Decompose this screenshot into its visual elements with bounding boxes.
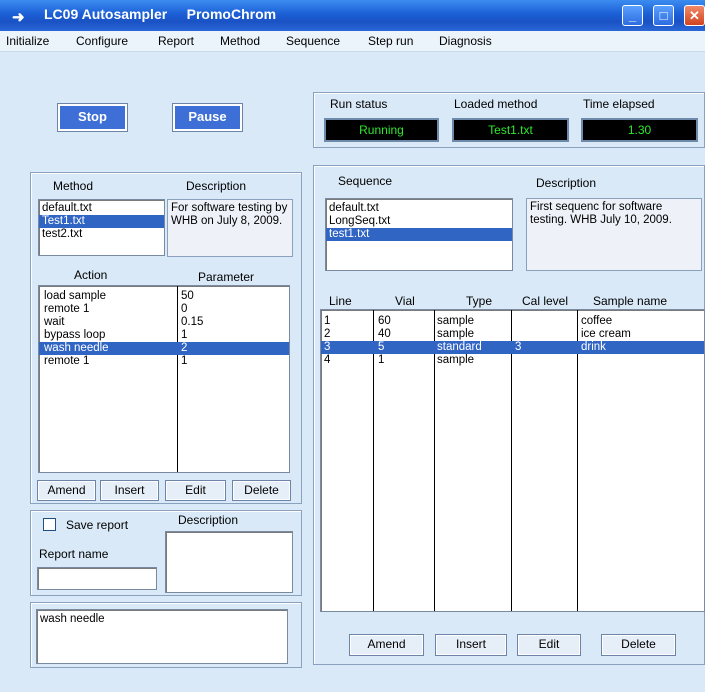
- method-header: Method: [53, 179, 94, 193]
- action-name: remote 1: [44, 303, 90, 315]
- parameter-header: Parameter: [198, 270, 255, 284]
- method-edit-button[interactable]: Edit: [165, 480, 226, 501]
- seq-line: 4: [324, 354, 331, 366]
- title-bar: ➜ LC09 Autosampler PromoChrom _ □ ✕: [0, 0, 705, 31]
- report-description-header: Description: [178, 513, 239, 527]
- col-header-type: Type: [466, 294, 493, 308]
- window-title: LC09 Autosampler PromoChrom: [44, 6, 277, 22]
- action-list[interactable]: load sample 50 remote 1 0 wait 0.15 bypass loo…: [38, 285, 290, 473]
- sequence-file[interactable]: LongSeq.txt: [326, 215, 512, 228]
- pause-button[interactable]: Pause: [172, 103, 243, 132]
- seq-vial: 60: [378, 315, 391, 327]
- time-elapsed-label: Time elapsed: [583, 97, 655, 111]
- sequence-list[interactable]: default.txt LongSeq.txt test1.txt: [325, 198, 513, 271]
- method-description: For software testing by WHB on July 8, 2…: [167, 199, 293, 257]
- method-description-header: Description: [186, 179, 247, 193]
- seq-sample-name: drink: [581, 341, 606, 353]
- seq-vial: 1: [378, 354, 385, 366]
- method-delete-button[interactable]: Delete: [232, 480, 291, 501]
- app-arrow-icon: ➜: [12, 9, 25, 26]
- seq-vial: 40: [378, 328, 391, 340]
- seq-type: sample: [437, 354, 475, 366]
- seq-line: 1: [324, 315, 331, 327]
- action-row[interactable]: wash needle 2: [39, 342, 289, 355]
- seq-cal-level: 3: [515, 341, 522, 353]
- maximize-button[interactable]: □: [653, 5, 674, 26]
- action-name: load sample: [44, 290, 107, 302]
- time-elapsed-value: 1.30: [581, 118, 698, 142]
- run-status-value: Running: [324, 118, 439, 142]
- sequence-edit-button[interactable]: Edit: [517, 634, 581, 656]
- method-list[interactable]: default.txt Test1.txt test2.txt: [38, 199, 165, 256]
- seq-vial: 5: [378, 341, 385, 353]
- loaded-method-label: Loaded method: [454, 97, 538, 111]
- sequence-file-selected[interactable]: test1.txt: [326, 228, 512, 241]
- report-name-input[interactable]: [37, 567, 157, 590]
- report-description-input[interactable]: [165, 531, 293, 593]
- method-file[interactable]: test2.txt: [39, 228, 164, 241]
- action-parameter: 50: [181, 290, 194, 302]
- col-header-line: Line: [329, 294, 352, 308]
- seq-sample-name: ice cream: [581, 328, 631, 340]
- action-row[interactable]: wait 0.15: [39, 316, 289, 329]
- menu-configure[interactable]: Configure: [76, 34, 128, 48]
- method-amend-button[interactable]: Amend: [37, 480, 96, 501]
- col-header-cal-level: Cal level: [522, 294, 569, 308]
- run-status-label: Run status: [330, 97, 388, 111]
- method-insert-button[interactable]: Insert: [100, 480, 159, 501]
- menu-bar: Initialize Configure Report Method Seque…: [0, 31, 705, 52]
- sequence-description-header: Description: [536, 176, 597, 190]
- seq-type: sample: [437, 328, 475, 340]
- action-parameter: 1: [181, 329, 188, 341]
- seq-line: 3: [324, 341, 331, 353]
- action-name: bypass loop: [44, 329, 106, 341]
- seq-type: standard: [437, 341, 482, 353]
- action-row[interactable]: remote 1 1: [39, 355, 289, 368]
- loaded-method-value: Test1.txt: [452, 118, 569, 142]
- menu-diagnosis[interactable]: Diagnosis: [439, 34, 492, 48]
- seq-line: 2: [324, 328, 331, 340]
- sequence-row[interactable]: 4 1 sample: [321, 354, 704, 367]
- save-report-label: Save report: [66, 518, 129, 532]
- sequence-description: First sequenc for software testing. WHB …: [526, 198, 702, 271]
- sequence-row[interactable]: 3 5 standard 3 drink: [321, 341, 704, 354]
- menu-report[interactable]: Report: [158, 34, 194, 48]
- sequence-row[interactable]: 2 40 sample ice cream: [321, 328, 704, 341]
- seq-type: sample: [437, 315, 475, 327]
- action-name: wash needle: [44, 342, 109, 354]
- method-file-selected[interactable]: Test1.txt: [39, 215, 164, 228]
- stop-button[interactable]: Stop: [57, 103, 128, 132]
- method-file[interactable]: default.txt: [39, 202, 164, 215]
- save-report-checkbox[interactable]: [43, 518, 56, 531]
- action-row[interactable]: load sample 50: [39, 290, 289, 303]
- sequence-insert-button[interactable]: Insert: [435, 634, 507, 656]
- menu-sequence[interactable]: Sequence: [286, 34, 340, 48]
- action-parameter: 2: [181, 342, 188, 354]
- close-button[interactable]: ✕: [684, 5, 705, 26]
- minimize-button[interactable]: _: [622, 5, 643, 26]
- menu-initialize[interactable]: Initialize: [6, 34, 49, 48]
- action-row[interactable]: remote 1 0: [39, 303, 289, 316]
- report-name-label: Report name: [39, 547, 109, 561]
- menu-step-run[interactable]: Step run: [368, 34, 413, 48]
- action-header: Action: [74, 268, 108, 282]
- action-name: wait: [44, 316, 65, 328]
- action-name: remote 1: [44, 355, 90, 367]
- sequence-delete-button[interactable]: Delete: [601, 634, 676, 656]
- action-row[interactable]: bypass loop 1: [39, 329, 289, 342]
- sequence-amend-button[interactable]: Amend: [349, 634, 424, 656]
- seq-sample-name: coffee: [581, 315, 613, 327]
- sequence-table[interactable]: 1 60 sample coffee 2 40 sample ice cream 3 5 stand…: [320, 309, 705, 612]
- action-parameter: 0.15: [181, 316, 204, 328]
- col-header-vial: Vial: [395, 294, 415, 308]
- action-parameter: 1: [181, 355, 188, 367]
- note-box: wash needle: [36, 609, 288, 664]
- menu-method[interactable]: Method: [220, 34, 260, 48]
- sequence-file[interactable]: default.txt: [326, 202, 512, 215]
- sequence-row[interactable]: 1 60 sample coffee: [321, 315, 704, 328]
- col-header-sample-name: Sample name: [593, 294, 668, 308]
- action-parameter: 0: [181, 303, 188, 315]
- sequence-header: Sequence: [338, 174, 393, 188]
